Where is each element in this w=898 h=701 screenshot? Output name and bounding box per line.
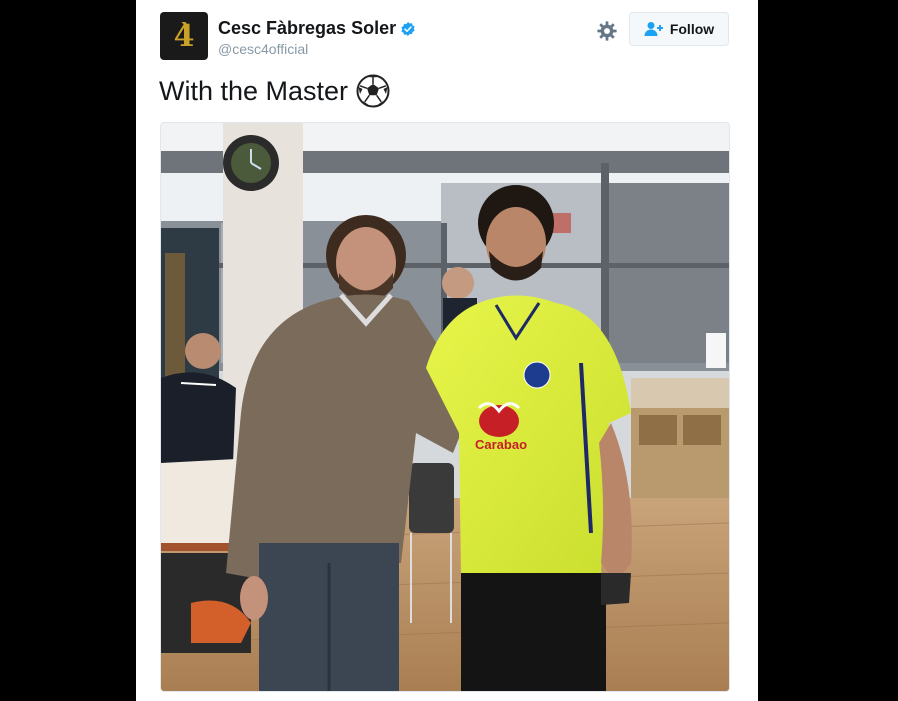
soccer-ball-icon [356, 74, 390, 108]
follow-label: Follow [669, 21, 715, 37]
avatar-glyph: 4̀ [173, 18, 195, 54]
tweet-card: 4̀ Cesc Fàbregas Soler @cesc4official Fo… [136, 0, 758, 701]
follow-button[interactable]: Follow [629, 12, 729, 46]
author-display-name[interactable]: Cesc Fàbregas Soler [218, 18, 396, 39]
author-handle[interactable]: @cesc4official [218, 41, 308, 57]
follow-user-icon [644, 22, 663, 36]
gear-icon[interactable] [596, 20, 618, 42]
tweet-photo[interactable]: Carabao [160, 122, 730, 692]
verified-badge-icon [401, 21, 415, 36]
photo-scene: Carabao [161, 123, 729, 691]
author-name-row: Cesc Fàbregas Soler [218, 18, 416, 39]
tweet-text: With the Master [159, 74, 390, 108]
avatar[interactable]: 4̀ [160, 12, 208, 60]
tweet-text-content: With the Master [159, 75, 349, 106]
jersey-sponsor-text: Carabao [475, 437, 527, 452]
